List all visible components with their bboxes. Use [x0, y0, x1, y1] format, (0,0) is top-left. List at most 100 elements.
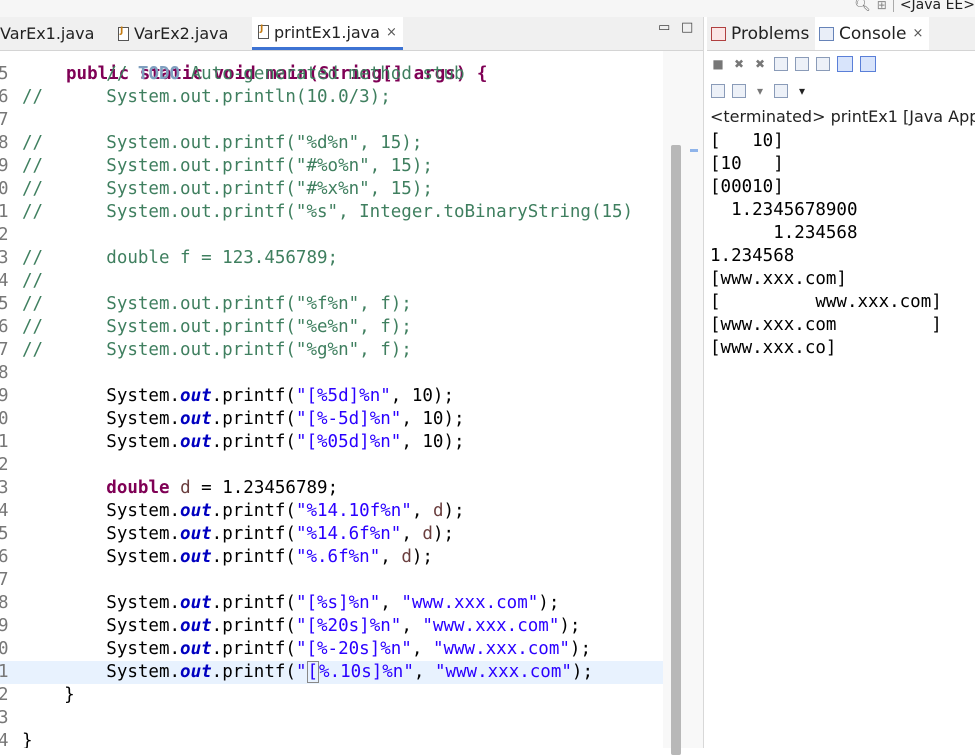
code-line[interactable]: 1 System.out.printf("[%.10s]%n", "www.xx…	[0, 661, 663, 684]
java-file-icon	[258, 24, 269, 39]
line-number: 4	[0, 501, 9, 521]
code-line[interactable]: 8 // System.out.printf("%d%n", 15);	[0, 132, 663, 155]
line-number: 8	[0, 133, 9, 153]
clear-console-icon[interactable]	[774, 57, 788, 71]
console-output-line: [www.xxx.co]	[710, 338, 837, 358]
code-line[interactable]: 7 // System.out.printf("%g%n", f);	[0, 339, 663, 362]
line-number: 2	[0, 225, 9, 245]
console-output-line: 1.2345678900	[710, 200, 858, 220]
code-line[interactable]: 1 System.out.printf("[%05d]%n", 10);	[0, 431, 663, 454]
minimize-icon[interactable]: ▭	[658, 20, 670, 35]
tab-printex1[interactable]: printEx1.java ×	[252, 17, 403, 50]
code-line[interactable]: 2	[0, 454, 663, 477]
maximize-icon[interactable]: □	[681, 20, 693, 35]
line-number: 1	[0, 202, 9, 222]
code-text: // System.out.println(10.0/3);	[22, 87, 391, 107]
perspective-grid-icon[interactable]: ⊞	[877, 0, 887, 12]
code-text: // System.out.printf("%s", Integer.toBin…	[22, 202, 634, 222]
show-on-stderr-icon[interactable]	[860, 56, 876, 72]
code-line[interactable]: 8 System.out.printf("[%s]%n", "www.xxx.c…	[0, 592, 663, 615]
code-line[interactable]: 5 // TODO Auto-generated method stub	[0, 63, 663, 86]
code-line[interactable]: 6 // System.out.println(10.0/3);	[0, 86, 663, 109]
code-text: //	[22, 271, 44, 291]
show-on-stdout-icon[interactable]	[837, 56, 853, 72]
code-line[interactable]: 7	[0, 569, 663, 592]
console-icon	[819, 26, 834, 41]
perspective-label[interactable]: <Java EE>	[900, 0, 975, 13]
line-number: 6	[0, 87, 9, 107]
console-output-line: [10 ]	[710, 154, 784, 174]
code-line[interactable]: 6 System.out.printf("%.6f%n", d);	[0, 546, 663, 569]
code-line-partial: public static void main(String[] args) {	[0, 51, 663, 84]
close-icon[interactable]: ×	[386, 25, 397, 40]
code-line[interactable]: 3	[0, 707, 663, 730]
code-line[interactable]: 6 // System.out.printf("%e%n", f);	[0, 316, 663, 339]
code-line[interactable]: 4 //	[0, 270, 663, 293]
remove-all-terminated-icon[interactable]: ✖	[753, 57, 767, 71]
problems-icon	[711, 26, 726, 41]
line-number: 7	[0, 340, 9, 360]
line-number: 1	[0, 432, 9, 452]
code-area[interactable]: public static void main(String[] args) {…	[0, 51, 663, 748]
line-number: 0	[0, 179, 9, 199]
code-text: // System.out.printf("#%x%n", 15);	[22, 179, 433, 199]
tab-problems[interactable]: Problems	[711, 17, 809, 50]
console-output-line: [www.xxx.com ]	[710, 315, 942, 335]
code-line[interactable]: 0 System.out.printf("[%-5d]%n", 10);	[0, 408, 663, 431]
editor-vertical-scrollbar[interactable]	[663, 51, 703, 755]
line-number: 5	[0, 294, 9, 314]
code-text: }	[22, 731, 33, 748]
console-output-line: 1.234568	[710, 246, 795, 266]
code-text: // System.out.printf("%f%n", f);	[22, 294, 412, 314]
line-number: 5	[0, 64, 9, 84]
code-line[interactable]: 1 // System.out.printf("%s", Integer.toBi…	[0, 201, 663, 224]
code-line[interactable]: 3 double d = 1.23456789;	[0, 477, 663, 500]
search-icon[interactable]: 🔍︎	[854, 0, 871, 13]
code-line[interactable]: 7	[0, 109, 663, 132]
tab-varex1[interactable]: VarEx1.java	[0, 17, 94, 50]
perspective-switcher[interactable]: 🔍︎ ⊞ <Java EE>	[854, 0, 975, 15]
line-number: 6	[0, 317, 9, 337]
pin-console-icon[interactable]	[711, 84, 725, 98]
code-line[interactable]: 4}	[0, 730, 663, 748]
tab-varex2[interactable]: VarEx2.java	[118, 17, 228, 50]
code-line[interactable]: 9 System.out.printf("[%20s]%n", "www.xxx…	[0, 615, 663, 638]
tab-console[interactable]: Console ×	[815, 17, 930, 50]
line-number: 2	[0, 455, 9, 475]
chevron-down-icon[interactable]: ▾	[795, 84, 809, 98]
code-line[interactable]: 8	[0, 362, 663, 385]
code-line[interactable]: 9 // System.out.printf("#%o%n", 15);	[0, 155, 663, 178]
overview-ruler-mark[interactable]	[690, 149, 698, 152]
line-number: 7	[0, 570, 9, 590]
code-line[interactable]: 5 System.out.printf("%14.6f%n", d);	[0, 523, 663, 546]
console-status: <terminated> printEx1 [Java App	[710, 107, 975, 126]
code-line[interactable]: 0 System.out.printf("[%-20s]%n", "www.xx…	[0, 638, 663, 661]
code-line[interactable]: 2	[0, 224, 663, 247]
code-line[interactable]: 9 System.out.printf("[%5d]%n", 10);	[0, 385, 663, 408]
code-text: System.out.printf("[%05d]%n", 10);	[22, 432, 465, 452]
line-number: 3	[0, 478, 9, 498]
remove-launch-icon[interactable]: ✖	[732, 57, 746, 71]
code-text: }	[22, 685, 75, 705]
code-line[interactable]: 2 }	[0, 684, 663, 707]
code-line[interactable]: 0 // System.out.printf("#%x%n", 15);	[0, 178, 663, 201]
code-line[interactable]: 5 // System.out.printf("%f%n", f);	[0, 293, 663, 316]
code-text: // System.out.printf("%g%n", f);	[22, 340, 412, 360]
terminate-icon[interactable]: ■	[711, 57, 725, 71]
code-text: // double f = 123.456789;	[22, 248, 339, 268]
line-number: 5	[0, 524, 9, 544]
code-text: System.out.printf("[%-5d]%n", 10);	[22, 409, 465, 429]
display-console-icon[interactable]	[732, 84, 746, 98]
line-number: 8	[0, 593, 9, 613]
code-line[interactable]: 3 // double f = 123.456789;	[0, 247, 663, 270]
word-wrap-icon[interactable]	[816, 57, 830, 71]
chevron-down-icon[interactable]: ▾	[753, 84, 767, 98]
code-text: System.out.printf("[%s]%n", "www.xxx.com…	[22, 593, 560, 613]
console-output-line: 1.234568	[710, 223, 858, 243]
close-icon[interactable]: ×	[913, 26, 924, 41]
line-number: 8	[0, 363, 9, 383]
scroll-lock-icon[interactable]	[795, 57, 809, 71]
scrollbar-thumb[interactable]	[671, 145, 681, 755]
open-console-icon[interactable]	[774, 84, 788, 98]
code-line[interactable]: 4 System.out.printf("%14.10f%n", d);	[0, 500, 663, 523]
